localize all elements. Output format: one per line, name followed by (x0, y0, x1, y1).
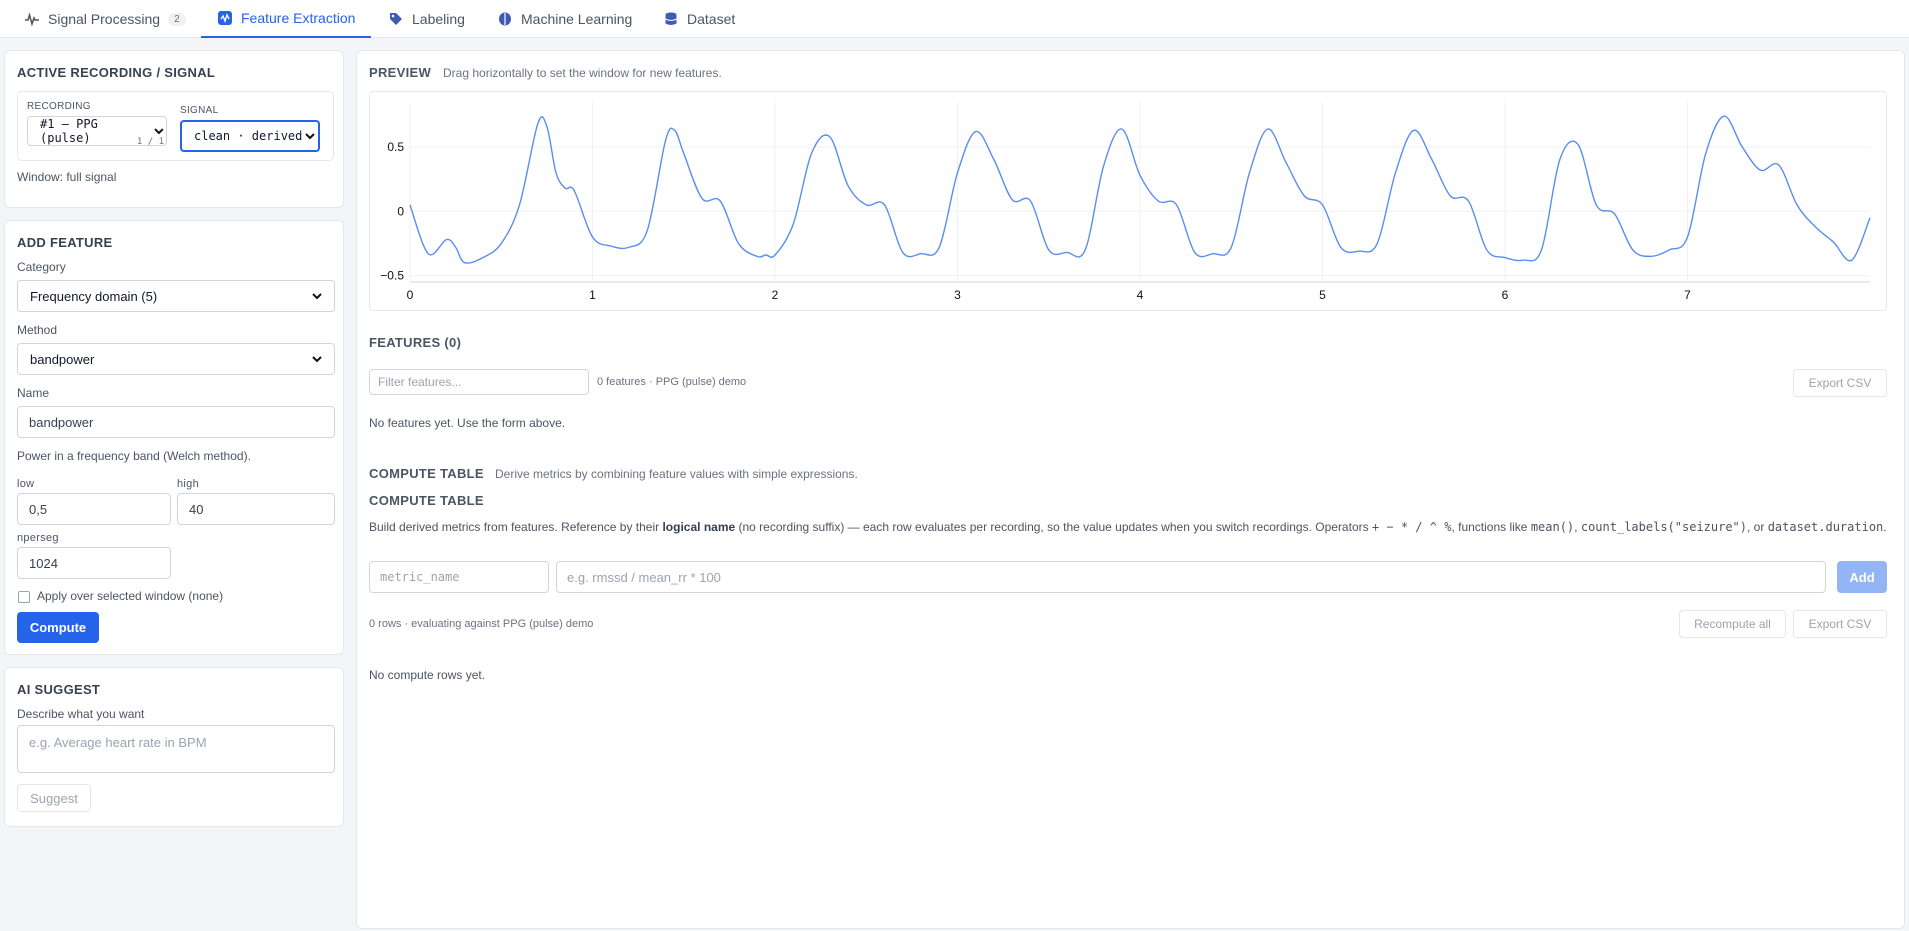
method-description: Power in a frequency band (Welch method)… (17, 449, 251, 463)
tab-label: Labeling (412, 11, 465, 27)
preview-hint: Drag horizontally to set the window for … (443, 66, 722, 80)
tab-machine-learning[interactable]: Machine Learning (481, 0, 648, 38)
tab-label: Feature Extraction (241, 10, 356, 26)
desc-code: dataset.duration (1767, 520, 1884, 534)
database-icon (665, 12, 677, 25)
features-count: 0 features · PPG (pulse) demo (597, 376, 747, 388)
suggest-button[interactable]: Suggest (17, 784, 91, 812)
metric-name-input[interactable]: metric_name (369, 561, 549, 593)
compute-inner-title: COMPUTE TABLE (369, 493, 484, 508)
chevron-down-icon (312, 293, 322, 300)
desc-code: mean() (1530, 520, 1575, 534)
feature-icon (218, 11, 232, 25)
apply-window-checkbox[interactable] (18, 591, 30, 603)
desc-text: (no recording suffix) — each row evaluat… (735, 520, 1372, 534)
compute-title: COMPUTE TABLE (369, 466, 484, 481)
x-tick-label: 7 (1684, 288, 1691, 302)
method-value: bandpower (30, 351, 95, 367)
tab-label: Signal Processing (48, 11, 161, 27)
method-label: Method (17, 323, 58, 337)
recompute-all-button[interactable]: Recompute all (1679, 610, 1786, 638)
tab-labeling[interactable]: Labeling (372, 0, 481, 38)
recording-select[interactable]: #1 — PPG (pulse) 1 / 1 (27, 116, 167, 147)
filter-features-input[interactable]: Filter features... (369, 369, 589, 395)
preview-title: PREVIEW (369, 65, 432, 80)
ai-suggest-textarea[interactable]: e.g. Average heart rate in BPM (17, 725, 335, 773)
desc-code: + − * / ^ % (1371, 520, 1452, 534)
recording-label: RECORDING (27, 101, 91, 112)
tab-badge: 2 (168, 12, 186, 26)
desc-text: , (1574, 520, 1581, 534)
nperseg-label: nperseg (17, 532, 59, 544)
x-tick-label: 0 (407, 288, 414, 302)
name-label: Name (17, 386, 50, 400)
tab-label: Machine Learning (521, 11, 633, 27)
x-tick-label: 3 (954, 288, 961, 302)
recording-box: RECORDING #1 — PPG (pulse) 1 / 1 SIGNAL … (17, 91, 334, 161)
chevron-down-icon (305, 133, 315, 140)
panel-title: ACTIVE RECORDING / SIGNAL (17, 65, 216, 80)
compute-rows-count: 0 rows · evaluating against PPG (pulse) … (369, 618, 594, 630)
tab-signal-processing[interactable]: Signal Processing 2 (8, 0, 202, 38)
signal-value: clean · derived (194, 129, 303, 143)
x-tick-label: 2 (772, 288, 779, 302)
describe-label: Describe what you want (17, 707, 145, 721)
x-tick-label: 1 (589, 288, 596, 302)
brain-icon (499, 12, 511, 26)
low-input[interactable]: 0,5 (17, 493, 171, 525)
chevron-down-icon (312, 356, 322, 363)
tab-feature-extraction[interactable]: Feature Extraction (201, 0, 372, 38)
method-select[interactable]: bandpower (17, 343, 335, 375)
y-tick-label: −0.5 (380, 269, 404, 283)
window-text: Window: full signal (17, 170, 117, 184)
desc-text: , or (1747, 520, 1768, 534)
ai-suggest-panel: AI SUGGEST Describe what you want e.g. A… (4, 667, 344, 827)
compute-subtitle: Derive metrics by combining feature valu… (495, 467, 858, 481)
x-tick-label: 4 (1137, 288, 1144, 302)
y-tick-label: 0 (397, 204, 404, 218)
recording-counter: 1 / 1 (136, 137, 164, 147)
low-label: low (17, 478, 35, 490)
nperseg-input[interactable]: 1024 (17, 547, 171, 579)
high-input[interactable]: 40 (177, 493, 335, 525)
features-title: FEATURES (0) (369, 335, 462, 350)
compute-button[interactable]: Compute (17, 612, 99, 643)
active-recording-panel: ACTIVE RECORDING / SIGNAL RECORDING #1 —… (4, 50, 344, 208)
chevron-down-icon (154, 128, 164, 135)
desc-text: Build derived metrics from features. Ref… (369, 520, 663, 534)
feature-name-input[interactable]: bandpower (17, 406, 335, 438)
signal-select[interactable]: clean · derived (180, 120, 320, 152)
panel-title: ADD FEATURE (17, 235, 113, 250)
category-label: Category (17, 260, 66, 274)
tab-label: Dataset (687, 11, 736, 27)
tab-bar: Signal Processing 2 Feature Extraction L… (0, 0, 1909, 38)
x-tick-label: 6 (1502, 288, 1509, 302)
compute-description: Build derived metrics from features. Ref… (369, 520, 1899, 535)
desc-bold: logical name (662, 520, 736, 534)
compute-empty-text: No compute rows yet. (369, 668, 486, 682)
tag-icon (390, 13, 402, 25)
features-empty-text: No features yet. Use the form above. (369, 416, 566, 430)
features-export-csv-button[interactable]: Export CSV (1793, 369, 1887, 397)
category-select[interactable]: Frequency domain (5) (17, 280, 335, 312)
expression-input[interactable]: e.g. rmssd / mean_rr * 100 (556, 561, 1826, 593)
high-label: high (177, 478, 199, 490)
compute-export-csv-button[interactable]: Export CSV (1793, 610, 1887, 638)
preview-chart[interactable]: 0 1 2 3 4 5 6 7 0.5 0 −0.5 (369, 91, 1887, 311)
signal-chart[interactable]: 0 1 2 3 4 5 6 70.50−0.5 (370, 92, 1888, 312)
apply-window-label: Apply over selected window (none) (37, 589, 224, 603)
panel-title: AI SUGGEST (17, 682, 101, 697)
y-tick-label: 0.5 (387, 140, 404, 154)
category-value: Frequency domain (5) (30, 288, 158, 304)
add-feature-panel: ADD FEATURE Category Frequency domain (5… (4, 220, 344, 655)
signal-label: SIGNAL (180, 105, 219, 116)
waveform-icon (25, 12, 39, 27)
desc-text: . (1883, 520, 1887, 534)
add-metric-button[interactable]: Add (1837, 561, 1887, 593)
main-panel: PREVIEW Drag horizontally to set the win… (356, 50, 1905, 929)
x-tick-label: 5 (1319, 288, 1326, 302)
desc-text: , functions like (1451, 520, 1531, 534)
tab-dataset[interactable]: Dataset (647, 0, 751, 38)
desc-code: count_labels("seizure") (1580, 520, 1748, 534)
